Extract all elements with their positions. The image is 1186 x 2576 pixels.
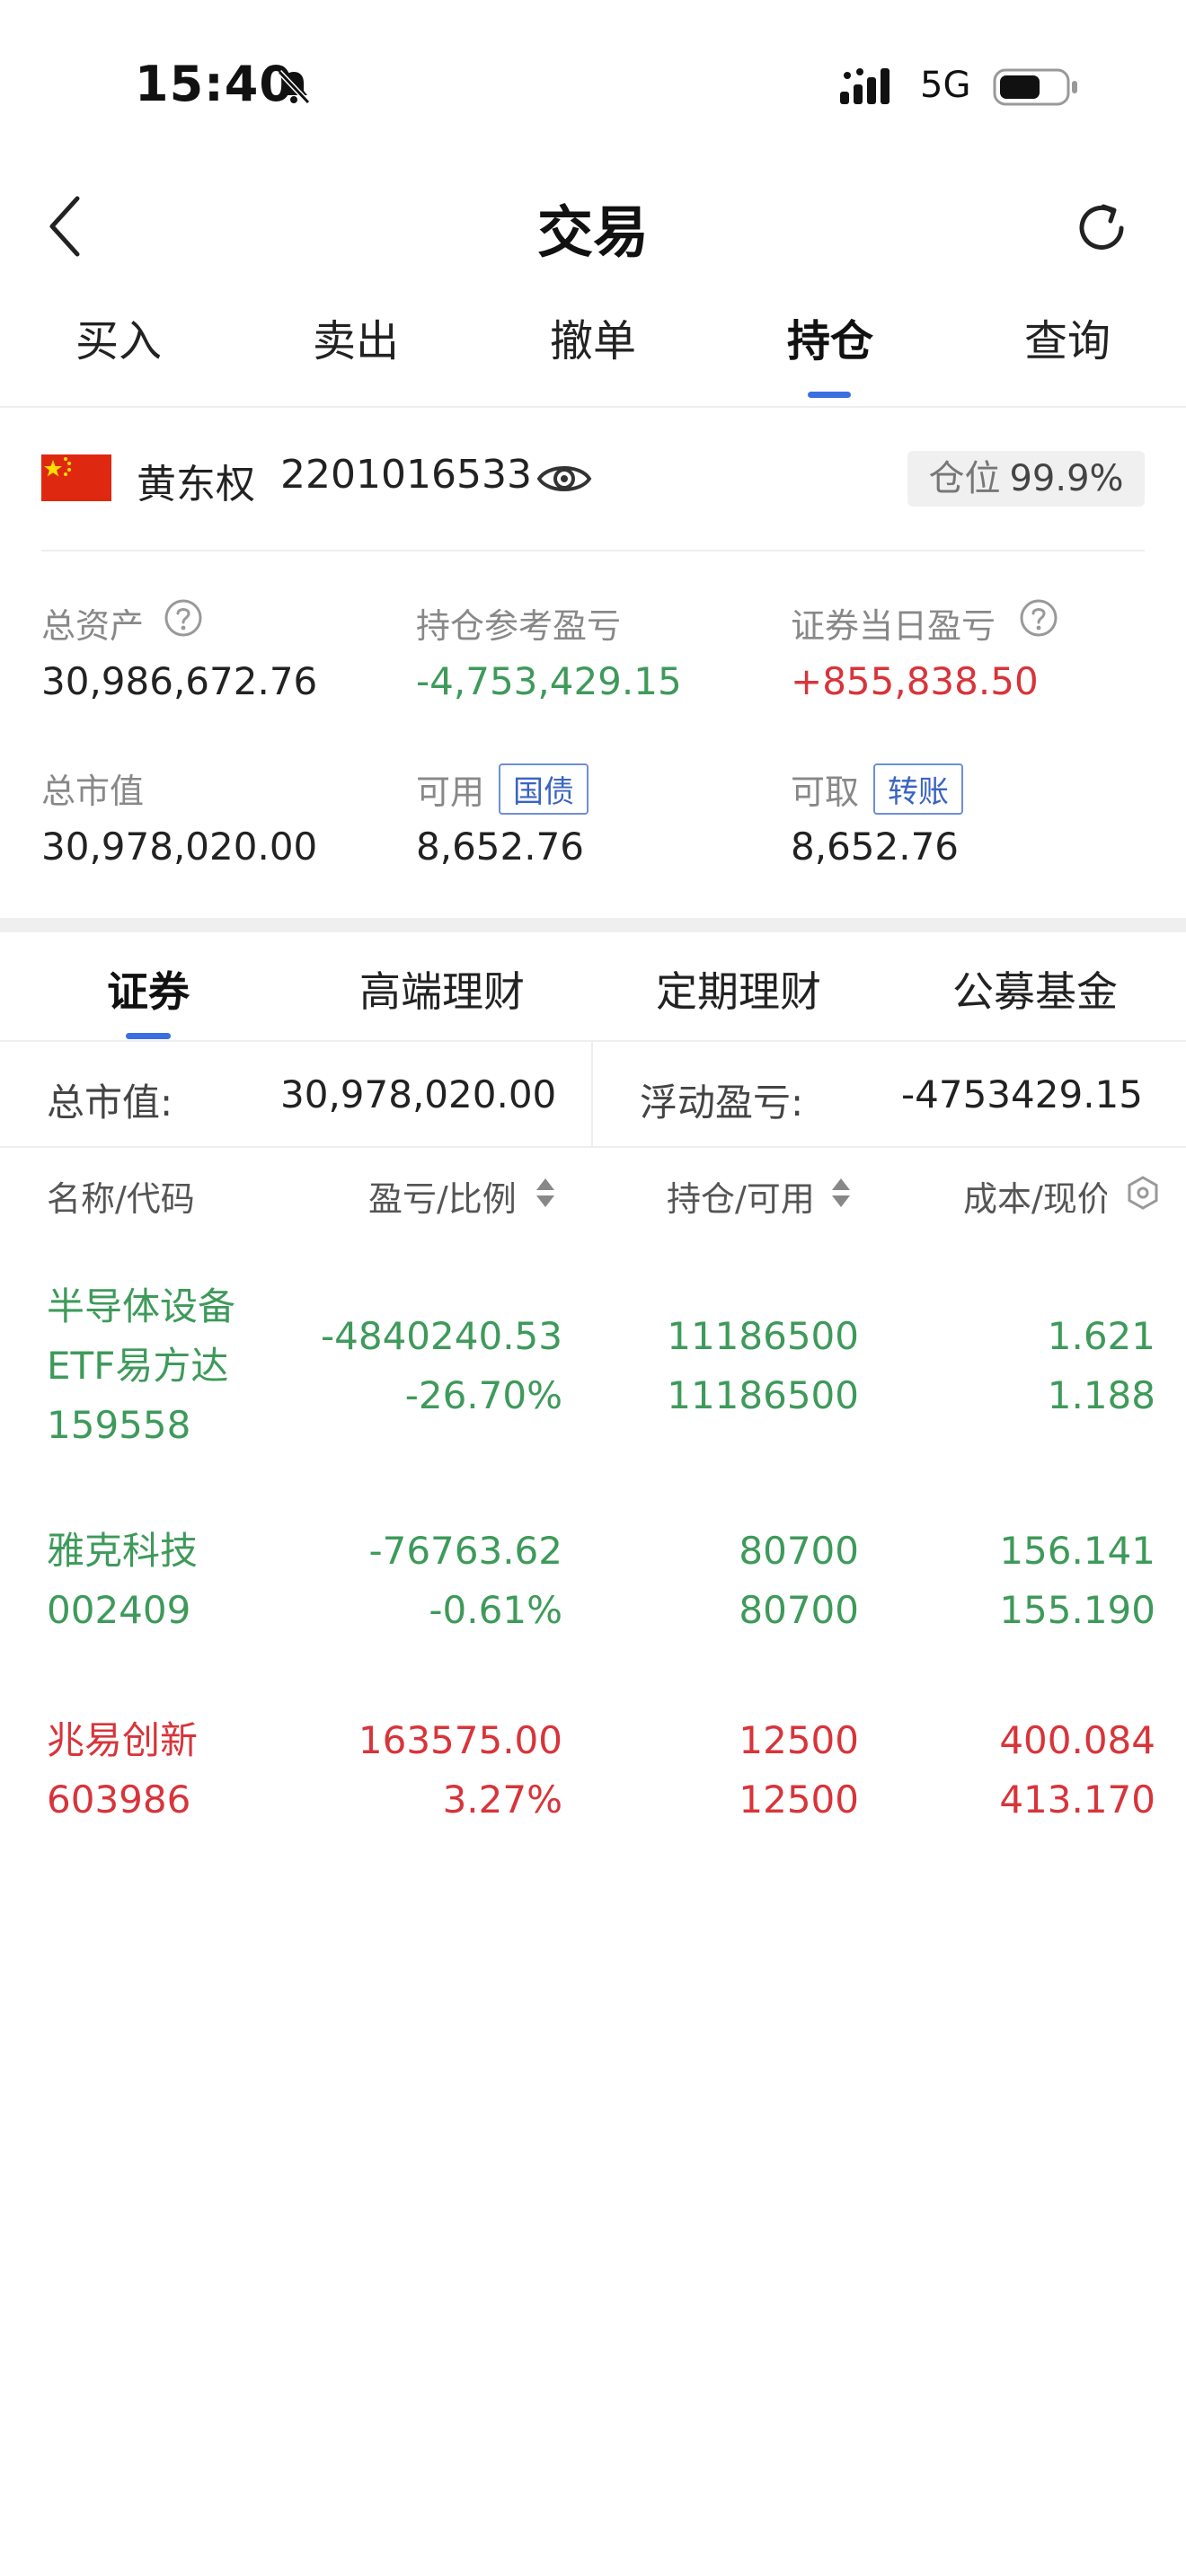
subtab-public-funds[interactable]: 公募基金	[952, 959, 1118, 1019]
tab-sell[interactable]: 卖出	[237, 305, 474, 368]
position-value: 99.9%	[1009, 458, 1124, 499]
current-price: 1.188	[1047, 1373, 1155, 1417]
holding-qty: 12500	[739, 1718, 859, 1762]
security-code: 002409	[47, 1588, 191, 1632]
battery-icon	[993, 68, 1077, 106]
security-code: 603986	[47, 1778, 191, 1822]
available-qty: 11186500	[667, 1373, 859, 1417]
table-row[interactable]: 雅克科技 002409 -76763.62 -0.61% 80700 80700 156.1…	[0, 1522, 1186, 1647]
subtab-fixed-wealth[interactable]: 定期理财	[656, 959, 821, 1019]
section-divider	[0, 918, 1186, 932]
withdrawable-label-row: 可取 转账	[791, 763, 964, 815]
divider	[0, 1146, 1186, 1148]
sort-icon[interactable]	[830, 1177, 852, 1209]
available-label-row: 可用 国债	[416, 763, 589, 815]
subtab-premium-wealth[interactable]: 高端理财	[359, 959, 525, 1019]
tab-active-indicator	[808, 392, 851, 398]
position-label: 仓位	[928, 458, 1001, 499]
settings-hex-icon[interactable]	[1125, 1175, 1161, 1211]
available-value: 8,652.76	[416, 825, 585, 869]
cost-price: 400.084	[999, 1718, 1155, 1762]
holding-pnl-value: -4,753,429.15	[416, 659, 682, 703]
current-price: 413.170	[999, 1778, 1155, 1822]
tab-buy[interactable]: 买入	[0, 305, 237, 368]
network-type: 5G	[920, 65, 971, 106]
security-code: 159558	[47, 1403, 191, 1447]
security-name: 雅克科技	[47, 1529, 199, 1573]
trade-tabs: 买入 卖出 撤单 持仓 查询	[0, 305, 1186, 404]
cost-price: 156.141	[999, 1529, 1155, 1573]
transfer-tag[interactable]: 转账	[873, 763, 964, 815]
pnl-ratio: -0.61%	[429, 1588, 562, 1632]
pnl-value: 163575.00	[358, 1718, 562, 1762]
account-id: 2201016533	[280, 452, 532, 498]
page-title: 交易	[536, 199, 649, 265]
daily-pnl-value: +855,838.50	[791, 659, 1039, 703]
summary-float-pnl: -4753429.15	[900, 1072, 1143, 1116]
security-name: 半导体设备	[47, 1284, 236, 1328]
current-price: 155.190	[999, 1588, 1155, 1632]
total-assets-value: 30,986,672.76	[41, 659, 318, 703]
summary-market-value: 30,978,020.00	[280, 1072, 557, 1116]
position-badge: 仓位 99.9%	[907, 451, 1145, 507]
pnl-value: -76763.62	[368, 1529, 562, 1573]
withdrawable-label: 可取	[791, 772, 860, 812]
table-row[interactable]: 兆易创新 603986 163575.00 3.27% 12500 12500 400.08…	[0, 1711, 1186, 1837]
signal-icon	[840, 68, 890, 104]
security-name-code: 兆易创新 603986	[47, 1711, 262, 1830]
holding-pnl-label: 持仓参考盈亏	[416, 606, 622, 646]
sort-icon[interactable]	[535, 1177, 556, 1209]
available-qty: 12500	[739, 1778, 859, 1822]
security-name-code: 半导体设备 ETF易方达 159558	[47, 1277, 262, 1455]
vertical-divider	[591, 1042, 593, 1146]
status-time: 15:40	[135, 56, 294, 112]
security-name: 兆易创新	[47, 1718, 199, 1762]
holding-qty: 80700	[739, 1529, 859, 1573]
summary-market-value-label: 总市值:	[47, 1081, 173, 1125]
col-pnl-ratio[interactable]: 盈亏/比例	[368, 1171, 517, 1221]
table-row[interactable]: 半导体设备 ETF易方达 159558 -4840240.53 -26.70% 11186…	[0, 1277, 1186, 1457]
pnl-ratio: -26.70%	[404, 1373, 562, 1417]
available-label: 可用	[416, 772, 485, 812]
col-cost-price: 成本/现价	[963, 1179, 1107, 1219]
cost-price: 1.621	[1047, 1314, 1155, 1358]
account-name: 黄东权	[137, 462, 255, 507]
pnl-value: -4840240.53	[320, 1314, 562, 1358]
divider	[41, 550, 1145, 551]
summary-float-pnl-label: 浮动盈亏:	[640, 1081, 804, 1125]
tab-query[interactable]: 查询	[949, 305, 1186, 368]
eye-icon[interactable]	[535, 456, 593, 501]
subtab-active-indicator	[126, 1033, 171, 1039]
col-holding-available[interactable]: 持仓/可用	[667, 1171, 815, 1221]
divider	[0, 406, 1186, 408]
withdrawable-value: 8,652.76	[791, 825, 960, 869]
market-value-value: 30,978,020.00	[41, 825, 318, 869]
security-name: ETF易方达	[47, 1344, 229, 1388]
holding-qty: 11186500	[667, 1314, 859, 1358]
help-icon[interactable]	[1019, 598, 1058, 638]
help-icon[interactable]	[164, 598, 203, 638]
security-name-code: 雅克科技 002409	[47, 1522, 262, 1640]
treasury-bond-tag[interactable]: 国债	[499, 763, 589, 815]
market-value-label: 总市值	[41, 772, 145, 811]
pnl-ratio: 3.27%	[442, 1778, 562, 1822]
daily-pnl-label: 证券当日盈亏	[791, 606, 996, 646]
available-qty: 80700	[739, 1588, 859, 1632]
divider	[0, 1040, 1186, 1042]
mute-bell-icon	[277, 69, 311, 105]
col-name-code: 名称/代码	[47, 1179, 195, 1219]
subtab-securities[interactable]: 证券	[107, 959, 190, 1019]
total-assets-label: 总资产	[41, 606, 145, 646]
china-flag-icon	[41, 454, 111, 501]
tab-positions[interactable]: 持仓	[712, 305, 949, 368]
refresh-icon[interactable]	[1071, 198, 1132, 259]
tab-cancel[interactable]: 撤单	[474, 305, 712, 368]
